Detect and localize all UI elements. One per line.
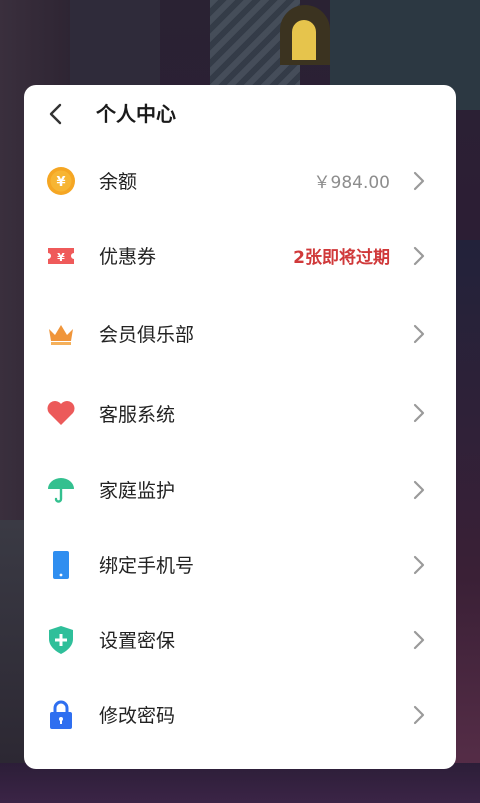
menu-item-change-password[interactable]: 修改密码 (24, 677, 456, 752)
menu-item-label: 客服系统 (99, 403, 176, 426)
background-ground (0, 763, 480, 803)
background-pillar-left (0, 520, 24, 803)
heart-icon (46, 398, 76, 428)
menu-item-label: 优惠券 (99, 246, 157, 268)
chevron-right-icon (412, 554, 426, 576)
menu-item-family-monitor[interactable]: 家庭监护 (24, 452, 456, 527)
menu-list: ¥ 余额 ￥984.00 ¥ 优惠券 2张即将过期 会员俱乐部 客服系统 家庭监… (24, 143, 456, 752)
background-arch-light (292, 20, 316, 60)
chevron-left-icon (49, 103, 62, 125)
back-button[interactable] (40, 99, 70, 129)
phone-icon (46, 550, 76, 580)
menu-item-security-question[interactable]: 设置密保 (24, 602, 456, 677)
shield-plus-icon (46, 625, 76, 655)
menu-item-label: 会员俱乐部 (99, 324, 195, 346)
ticket-icon: ¥ (46, 241, 76, 271)
menu-item-label: 设置密保 (99, 630, 176, 652)
lock-icon (46, 700, 76, 730)
menu-item-label: 家庭监护 (99, 480, 176, 502)
personal-center-panel: 个人中心 ¥ 余额 ￥984.00 ¥ 优惠券 2张即将过期 会员俱乐部 客服系… (24, 85, 456, 769)
menu-item-label: 绑定手机号 (99, 555, 195, 577)
menu-item-customer-service[interactable]: 客服系统 (24, 374, 456, 452)
crown-icon (46, 319, 76, 349)
chevron-right-icon (412, 629, 426, 651)
chevron-right-icon (412, 170, 426, 192)
page-title: 个人中心 (96, 102, 176, 126)
menu-item-label: 修改密码 (99, 705, 176, 727)
menu-item-label: 余额 (99, 171, 138, 193)
chevron-right-icon (412, 323, 426, 345)
menu-item-member-club[interactable]: 会员俱乐部 (24, 293, 456, 374)
chevron-right-icon (412, 479, 426, 501)
coupon-expiry-notice: 2张即将过期 (293, 248, 390, 268)
balance-amount: ￥984.00 (313, 173, 390, 193)
svg-text:¥: ¥ (56, 175, 65, 190)
menu-item-coupons[interactable]: ¥ 优惠券 2张即将过期 (24, 218, 456, 293)
svg-text:¥: ¥ (57, 251, 65, 264)
chevron-right-icon (412, 402, 426, 424)
panel-header: 个人中心 (24, 85, 456, 143)
chevron-right-icon (412, 245, 426, 267)
menu-item-bind-phone[interactable]: 绑定手机号 (24, 527, 456, 602)
chevron-right-icon (412, 704, 426, 726)
yuan-coin-icon: ¥ (46, 166, 76, 196)
umbrella-icon (46, 475, 76, 505)
menu-item-balance[interactable]: ¥ 余额 ￥984.00 (24, 143, 456, 218)
